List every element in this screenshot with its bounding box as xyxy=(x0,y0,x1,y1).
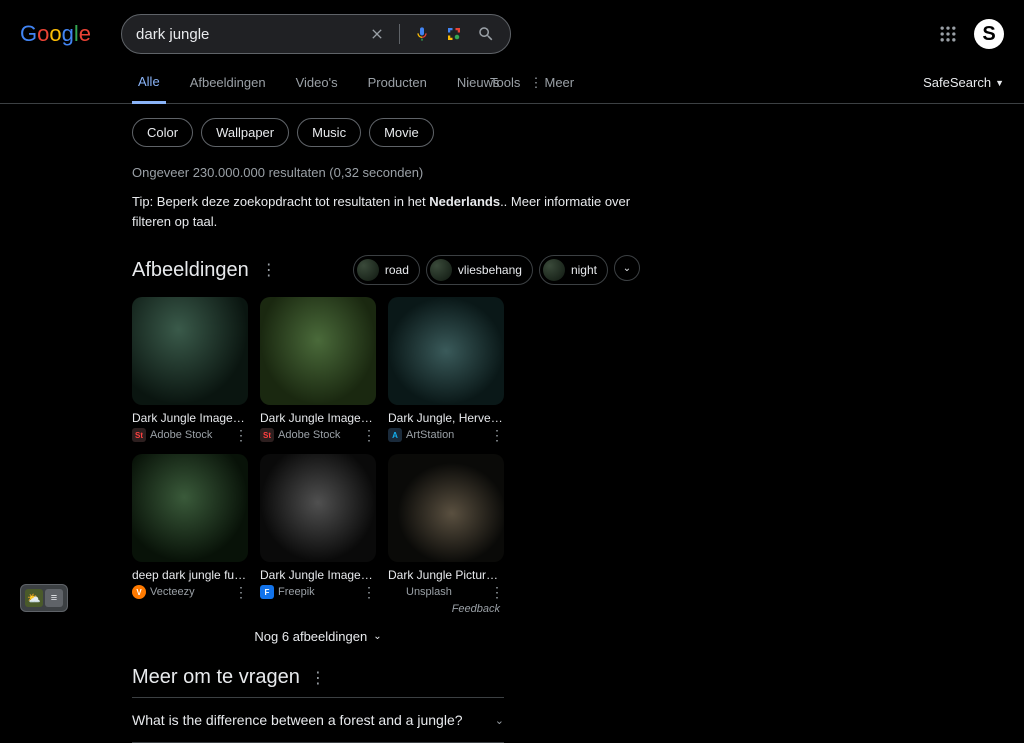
google-logo[interactable]: Google xyxy=(20,21,91,47)
image-source: Unsplash xyxy=(406,586,452,598)
tab-afbeeldingen[interactable]: Afbeeldingen xyxy=(184,63,272,102)
result-stats: Ongeveer 230.000.000 resultaten (0,32 se… xyxy=(132,161,640,192)
image-result[interactable]: Dark Jungle Images – Browse... St Adobe S… xyxy=(132,297,248,442)
language-tip: Tip: Beperk deze zoekopdracht tot result… xyxy=(132,192,640,249)
image-source: Adobe Stock xyxy=(150,429,212,441)
chevron-down-icon: ⌄ xyxy=(373,631,381,642)
image-result[interactable]: deep dark jungle full of overg... V Vecte… xyxy=(132,454,248,599)
image-title: Dark Jungle, Herve Groussin ... xyxy=(388,411,504,425)
image-title: Dark Jungle Images - Free Do... xyxy=(260,568,376,582)
image-result[interactable]: Dark Jungle, Herve Groussin ... A ArtStat… xyxy=(388,297,504,442)
card-menu-icon[interactable]: ⋮ xyxy=(490,428,504,442)
image-thumbnail[interactable] xyxy=(260,454,376,562)
image-result[interactable]: Dark Jungle Pictures | Downlo... Unsplas… xyxy=(388,454,504,599)
image-source: Vecteezy xyxy=(150,586,195,598)
paa-title: Meer om te vragen xyxy=(132,666,300,689)
card-menu-icon[interactable]: ⋮ xyxy=(490,585,504,599)
image-thumbnail[interactable] xyxy=(388,297,504,405)
card-menu-icon[interactable]: ⋮ xyxy=(234,585,248,599)
image-source: Freepik xyxy=(278,586,315,598)
card-menu-icon[interactable]: ⋮ xyxy=(362,585,376,599)
widget-menu-icon[interactable]: ≡ xyxy=(45,589,63,607)
mic-icon[interactable] xyxy=(412,24,432,44)
feedback-link[interactable]: Feedback xyxy=(132,599,500,615)
safesearch-toggle[interactable]: SafeSearch▼ xyxy=(923,63,1004,102)
search-icon[interactable] xyxy=(476,24,496,44)
favicon: V xyxy=(132,585,146,599)
tab-alle[interactable]: Alle xyxy=(132,62,166,104)
header: Google S xyxy=(0,0,1024,62)
image-result[interactable]: Dark Jungle Images – Browse... St Adobe S… xyxy=(260,297,376,442)
image-filter-more-icon[interactable]: ⌄ xyxy=(614,255,640,281)
clear-icon[interactable] xyxy=(367,24,387,44)
image-source: Adobe Stock xyxy=(278,429,340,441)
images-menu-icon[interactable]: ⋮ xyxy=(261,260,277,280)
image-source: ArtStation xyxy=(406,429,454,441)
image-thumbnail[interactable] xyxy=(132,454,248,562)
image-thumbnail[interactable] xyxy=(260,297,376,405)
more-images-button[interactable]: Nog 6 afbeeldingen⌄ xyxy=(132,615,504,666)
chip-music[interactable]: Music xyxy=(297,118,361,147)
card-menu-icon[interactable]: ⋮ xyxy=(362,428,376,442)
image-title: deep dark jungle full of overg... xyxy=(132,568,248,582)
tools-button[interactable]: Tools xyxy=(490,63,520,102)
chevron-down-icon: ▼ xyxy=(995,78,1004,88)
search-input[interactable] xyxy=(136,26,367,43)
images-section-header: Afbeeldingen ⋮ road vliesbehang night ⌄ xyxy=(132,249,640,297)
floating-widget[interactable]: ⛅ ≡ xyxy=(20,584,68,612)
image-filter-road[interactable]: road xyxy=(353,255,420,285)
image-filter-vliesbehang[interactable]: vliesbehang xyxy=(426,255,533,285)
image-title: Dark Jungle Pictures | Downlo... xyxy=(388,568,504,582)
tabs-row: Alle Afbeeldingen Video's Producten Nieu… xyxy=(0,62,1024,104)
image-thumbnail[interactable] xyxy=(132,297,248,405)
image-result[interactable]: Dark Jungle Images - Free Do... F Freepik… xyxy=(260,454,376,599)
tab-meer[interactable]: Meer xyxy=(523,63,580,103)
favicon: F xyxy=(260,585,274,599)
image-title: Dark Jungle Images – Browse... xyxy=(260,411,376,425)
images-title[interactable]: Afbeeldingen xyxy=(132,259,249,282)
account-avatar[interactable]: S xyxy=(974,19,1004,49)
chip-color[interactable]: Color xyxy=(132,118,193,147)
image-filter-night[interactable]: night xyxy=(539,255,608,285)
paa-menu-icon[interactable]: ⋮ xyxy=(310,668,326,688)
chip-wallpaper[interactable]: Wallpaper xyxy=(201,118,289,147)
chip-movie[interactable]: Movie xyxy=(369,118,434,147)
lens-icon[interactable] xyxy=(444,24,464,44)
chevron-down-icon: ⌄ xyxy=(495,714,504,727)
tab-producten[interactable]: Producten xyxy=(362,63,433,102)
paa-question[interactable]: What is the difference between a forest … xyxy=(132,698,504,743)
search-bar xyxy=(121,14,511,54)
people-also-ask: Meer om te vragen ⋮ What is the differen… xyxy=(132,666,504,743)
image-grid: Dark Jungle Images – Browse... St Adobe S… xyxy=(132,297,640,599)
image-thumbnail[interactable] xyxy=(388,454,504,562)
image-title: Dark Jungle Images – Browse... xyxy=(132,411,248,425)
weather-icon[interactable]: ⛅ xyxy=(25,589,43,607)
card-menu-icon[interactable]: ⋮ xyxy=(234,428,248,442)
favicon: St xyxy=(260,428,274,442)
favicon: St xyxy=(132,428,146,442)
apps-icon[interactable] xyxy=(938,24,958,44)
filter-chips: Color Wallpaper Music Movie xyxy=(132,104,640,161)
tab-videos[interactable]: Video's xyxy=(290,63,344,102)
favicon: A xyxy=(388,428,402,442)
